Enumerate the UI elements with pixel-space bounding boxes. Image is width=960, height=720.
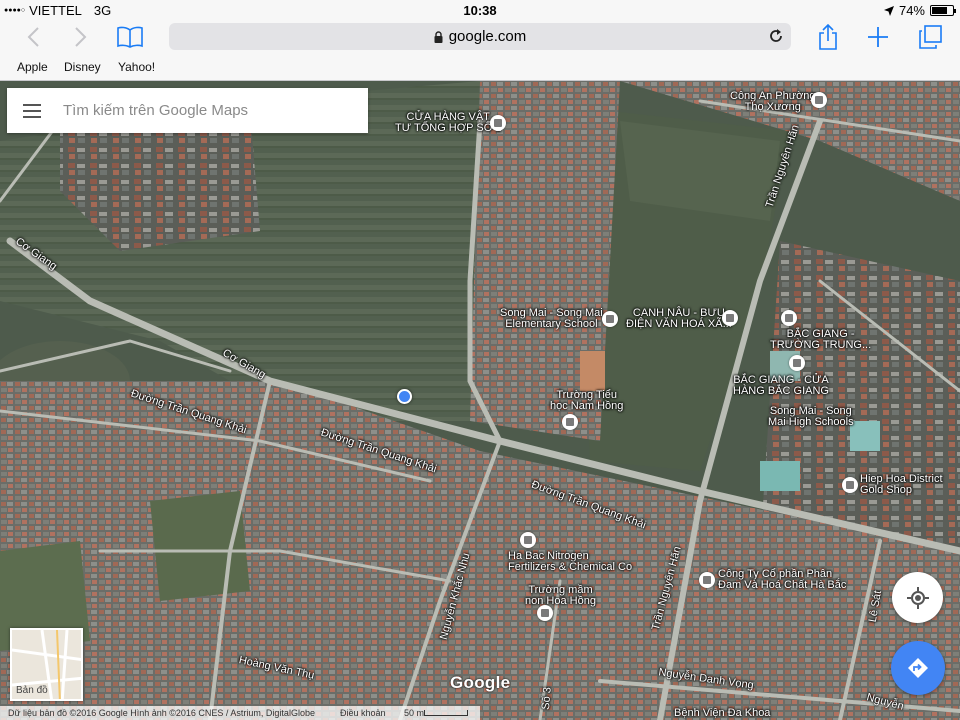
lock-icon	[434, 30, 443, 43]
map-type-toggle[interactable]: Bản đồ	[10, 628, 83, 701]
favorite-yahoo[interactable]: Yahoo!	[118, 60, 155, 74]
new-tab-button[interactable]	[863, 22, 893, 52]
forward-button[interactable]	[66, 22, 96, 52]
google-logo: Google	[450, 673, 511, 692]
ipad-screen: ●●●●○ VIETTEL 3G 10:38 74% google.com Ap…	[0, 0, 960, 720]
forward-icon	[75, 27, 87, 47]
school-poi-icon[interactable]	[602, 311, 618, 327]
poi-label: BẮC GIANG - TRƯỜNG TRUNG...	[770, 328, 872, 351]
satellite-map[interactable]: Tìm kiếm trên Google Maps Cơ Giang Cơ Gi…	[0, 81, 960, 720]
favorite-apple[interactable]: Apple	[17, 60, 48, 74]
carrier-name: VIETTEL	[29, 3, 82, 18]
attribution-bar: Dữ liệu bản đồ ©2016 Google Hình ảnh ©20…	[0, 706, 480, 720]
reload-icon[interactable]	[767, 27, 785, 45]
postoffice-poi-icon[interactable]	[722, 310, 738, 326]
back-icon	[27, 27, 39, 47]
shop-poi-icon[interactable]	[842, 477, 858, 493]
clock: 10:38	[463, 3, 497, 18]
street-label: Số 3	[539, 686, 554, 711]
share-button[interactable]	[813, 22, 843, 52]
school-poi-icon[interactable]	[537, 605, 553, 621]
network-type: 3G	[93, 3, 112, 18]
poi-label: Song Mai - Song Mai High Schools	[768, 405, 854, 428]
share-icon	[819, 24, 837, 50]
battery-icon	[930, 5, 956, 16]
directions-icon	[908, 658, 928, 678]
crosshair-icon	[906, 586, 929, 609]
search-input[interactable]: Tìm kiếm trên Google Maps	[63, 102, 248, 119]
poi-label: Trường Tiểu học Nam Hồng	[550, 389, 624, 412]
status-left: ●●●●○ VIETTEL 3G	[4, 3, 111, 18]
menu-icon[interactable]	[23, 103, 41, 118]
status-bar: ●●●●○ VIETTEL 3G 10:38 74%	[0, 0, 960, 20]
tabs-button[interactable]	[915, 22, 945, 52]
status-right: 74%	[883, 3, 956, 18]
poi-label: Hiep Hoa District Gold Shop	[860, 473, 943, 496]
favorites-bar: Apple Disney Yahoo!	[0, 54, 960, 81]
tabs-icon	[919, 25, 942, 49]
signal-icon: ●●●●○	[4, 7, 26, 14]
factory-poi-icon[interactable]	[699, 572, 715, 588]
poi-label: CANH NÂU - BƯU ĐIỆN VĂN HOÁ XÃ...	[626, 307, 732, 330]
poi-label: CỬA HÀNG VẬT TƯ TỔNG HỢP SỐ 1	[395, 111, 502, 134]
bookmarks-button[interactable]	[115, 22, 145, 52]
browser-toolbar: google.com	[0, 20, 960, 54]
police-poi-icon[interactable]	[811, 92, 827, 108]
school-poi-icon[interactable]	[781, 310, 797, 326]
current-location-dot	[397, 389, 412, 404]
directions-button[interactable]	[891, 641, 945, 695]
poi-label: Ha Bac Nitrogen Fertilizers & Chemical Co	[508, 550, 633, 573]
terms-link[interactable]: Điều khoản	[340, 706, 386, 720]
my-location-button[interactable]	[892, 572, 943, 623]
favorite-disney[interactable]: Disney	[64, 60, 101, 74]
bookmarks-icon	[117, 26, 143, 48]
attribution-text: Dữ liệu bản đồ ©2016 Google Hình ảnh ©20…	[8, 708, 315, 718]
back-button[interactable]	[18, 22, 48, 52]
poi-label: Công Ty Cổ phần Phân Đạm Và Hoá Chất Hà B…	[718, 568, 847, 591]
poi-label: BẮC GIANG - CỬA HÀNG BẮC GIANG	[733, 374, 829, 397]
factory-poi-icon[interactable]	[520, 532, 536, 548]
poi-label: Bệnh Viện Đa Khoa	[674, 707, 771, 719]
battery-percent: 74%	[898, 3, 925, 18]
new-tab-icon	[868, 27, 888, 47]
shop-poi-icon[interactable]	[789, 355, 805, 371]
poi-label: Công An Phường Thọ Xương	[730, 90, 816, 113]
poi-label: Trường mầm non Hoa Hồng	[525, 584, 596, 607]
search-box[interactable]: Tìm kiếm trên Google Maps	[7, 88, 368, 133]
address-bar[interactable]: google.com	[169, 23, 791, 50]
shop-poi-icon[interactable]	[490, 115, 506, 131]
school-poi-icon[interactable]	[562, 414, 578, 430]
scale-bar	[424, 710, 468, 716]
scale-label: 50 m	[404, 708, 425, 718]
url-text: google.com	[448, 28, 527, 45]
location-arrow-icon	[883, 5, 894, 16]
minimap-label: Bản đồ	[16, 685, 48, 696]
poi-label: Song Mai - Song Mai Elementary School	[500, 307, 603, 330]
